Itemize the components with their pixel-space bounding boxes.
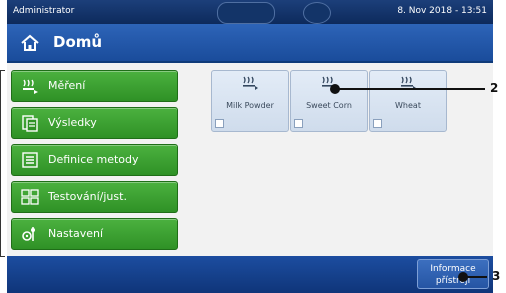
user-name: Administrator (13, 6, 75, 16)
shortcut-wheat[interactable]: Wheat (369, 70, 447, 132)
shortcut-corner-icon (215, 119, 224, 128)
bottom-bar: Informace přístroji (7, 256, 493, 293)
measure-icon (23, 79, 38, 94)
callout-2-line (335, 88, 485, 90)
menu-item-label: Testování/just. (48, 190, 127, 203)
status-indicator-small (303, 2, 331, 24)
shortcut-label: Sweet Corn (306, 101, 352, 110)
shortcut-corner-icon (373, 119, 382, 128)
settings-icon (22, 227, 35, 241)
results-icon (22, 115, 38, 132)
shortcut-label: Milk Powder (226, 101, 274, 110)
date-time: 8. Nov 2018 - 13:51 (397, 6, 487, 16)
callout-2-number: 2 (490, 81, 499, 95)
title-bar: Domů (7, 24, 493, 63)
method-definition-icon (22, 152, 38, 168)
status-indicator (217, 2, 275, 24)
menu-item-label: Definice metody (48, 153, 139, 166)
menu-item-measurement[interactable]: Měření (11, 70, 178, 102)
menu-bracket (0, 70, 5, 257)
home-icon[interactable] (19, 32, 41, 54)
menu-item-method-definition[interactable]: Definice metody (11, 144, 178, 176)
device-info-button[interactable]: Informace přístroji (417, 259, 489, 289)
menu-item-label: Výsledky (48, 116, 97, 129)
terminal-screen: Administrator 8. Nov 2018 - 13:51 Domů M… (7, 0, 493, 293)
shortcut-corner-icon (294, 119, 303, 128)
test-adjust-icon (21, 189, 39, 205)
shortcut-label: Wheat (395, 101, 421, 110)
status-bar: Administrator 8. Nov 2018 - 13:51 (7, 0, 493, 24)
callout-3-line (463, 276, 487, 278)
shortcut-milk-powder[interactable]: Milk Powder (211, 70, 289, 132)
menu-item-label: Nastavení (48, 227, 104, 240)
device-info-label-line1: Informace (430, 264, 476, 274)
menu-item-test-adjust[interactable]: Testování/just. (11, 181, 178, 213)
shortcut-sweet-corn[interactable]: Sweet Corn (290, 70, 368, 132)
menu-item-settings[interactable]: Nastavení (11, 218, 178, 250)
page-title: Domů (53, 33, 103, 51)
menu-item-results[interactable]: Výsledky (11, 107, 178, 139)
callout-3-number: 3 (492, 269, 501, 283)
menu-item-label: Měření (48, 79, 86, 92)
heating-icon (243, 76, 258, 90)
